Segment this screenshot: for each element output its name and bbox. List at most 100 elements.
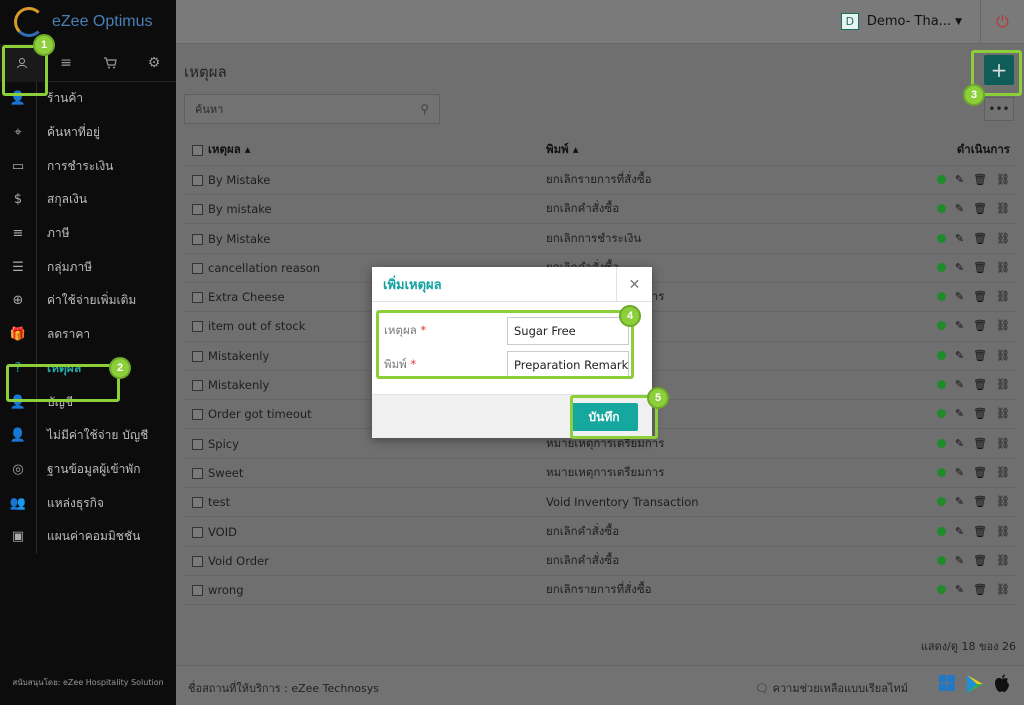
row-checkbox[interactable] — [192, 555, 203, 567]
search-input[interactable] — [195, 102, 421, 116]
gear-icon[interactable]: ⚙ — [132, 44, 176, 82]
select-all-checkbox[interactable] — [192, 145, 203, 157]
link-icon[interactable]: ⛓ — [996, 290, 1010, 303]
delete-icon[interactable]: 🗑 — [973, 319, 987, 332]
edit-icon[interactable]: ✎ — [955, 319, 964, 332]
row-checkbox[interactable] — [192, 292, 203, 304]
status-active-icon[interactable] — [936, 497, 946, 507]
sidebar-item-7[interactable]: 🎁 ลดราคา — [0, 318, 176, 352]
edit-icon[interactable]: ✎ — [955, 495, 964, 508]
row-checkbox[interactable] — [192, 262, 203, 274]
link-icon[interactable]: ⛓ — [996, 378, 1010, 391]
status-active-icon[interactable] — [936, 262, 946, 272]
edit-icon[interactable]: ✎ — [955, 173, 964, 186]
delete-icon[interactable]: 🗑 — [973, 378, 987, 391]
row-checkbox[interactable] — [192, 438, 203, 450]
link-icon[interactable]: ⛓ — [996, 554, 1010, 567]
delete-icon[interactable]: 🗑 — [973, 290, 987, 303]
status-active-icon[interactable] — [936, 467, 946, 477]
row-checkbox[interactable] — [192, 467, 203, 479]
link-icon[interactable]: ⛓ — [996, 319, 1010, 332]
edit-icon[interactable]: ✎ — [955, 466, 964, 479]
delete-icon[interactable]: 🗑 — [973, 349, 987, 362]
edit-icon[interactable]: ✎ — [955, 232, 964, 245]
edit-icon[interactable]: ✎ — [955, 378, 964, 391]
status-active-icon[interactable] — [936, 409, 946, 419]
link-icon[interactable]: ⛓ — [996, 407, 1010, 420]
link-icon[interactable]: ⛓ — [996, 261, 1010, 274]
row-checkbox[interactable] — [192, 380, 203, 392]
edit-icon[interactable]: ✎ — [955, 349, 964, 362]
column-type[interactable]: พิมพ์ ▴ — [546, 136, 912, 166]
delete-icon[interactable]: 🗑 — [973, 173, 987, 186]
status-active-icon[interactable] — [936, 233, 946, 243]
edit-icon[interactable]: ✎ — [955, 261, 964, 274]
sidebar-item-6[interactable]: ⊕ ค่าใช้จ่ายเพิ่มเติม — [0, 284, 176, 318]
edit-icon[interactable]: ✎ — [955, 525, 964, 538]
link-icon[interactable]: ⛓ — [996, 232, 1010, 245]
delete-icon[interactable]: 🗑 — [973, 554, 987, 567]
row-checkbox[interactable] — [192, 585, 203, 597]
row-checkbox[interactable] — [192, 526, 203, 538]
close-icon[interactable]: ✕ — [616, 267, 652, 302]
status-active-icon[interactable] — [936, 174, 946, 184]
delete-icon[interactable]: 🗑 — [973, 232, 987, 245]
apple-icon[interactable] — [994, 674, 1010, 699]
link-icon[interactable]: ⛓ — [996, 525, 1010, 538]
sidebar-item-11[interactable]: ◎ ฐานข้อมูลผู้เข้าพัก — [0, 453, 176, 487]
status-active-icon[interactable] — [936, 438, 946, 448]
link-icon[interactable]: ⛓ — [996, 173, 1010, 186]
link-icon[interactable]: ⛓ — [996, 349, 1010, 362]
row-checkbox[interactable] — [192, 174, 203, 186]
delete-icon[interactable]: 🗑 — [973, 525, 987, 538]
edit-icon[interactable]: ✎ — [955, 202, 964, 215]
column-reason[interactable]: เหตุผล ▴ — [208, 136, 546, 166]
edit-icon[interactable]: ✎ — [955, 437, 964, 450]
link-icon[interactable]: ⛓ — [996, 437, 1010, 450]
link-icon[interactable]: ⛓ — [996, 202, 1010, 215]
status-active-icon[interactable] — [936, 585, 946, 595]
delete-icon[interactable]: 🗑 — [973, 466, 987, 479]
row-checkbox[interactable] — [192, 409, 203, 421]
sidebar-item-3[interactable]: $ สกุลเงิน — [0, 183, 176, 217]
delete-icon[interactable]: 🗑 — [973, 495, 987, 508]
company-selector[interactable]: D Demo- Tha... ▼ — [840, 13, 962, 30]
sidebar-item-5[interactable]: ☰ กลุ่มภาษี — [0, 250, 176, 284]
search-icon[interactable]: ⚲ — [420, 102, 429, 116]
power-icon[interactable]: ⏻ — [980, 0, 1024, 44]
edit-icon[interactable]: ✎ — [955, 583, 964, 596]
delete-icon[interactable]: 🗑 — [973, 407, 987, 420]
sidebar-item-4[interactable]: ≡ ภาษี — [0, 217, 176, 251]
row-checkbox[interactable] — [192, 497, 203, 509]
sidebar-item-2[interactable]: ▭ การชำระเงิน — [0, 149, 176, 183]
status-active-icon[interactable] — [936, 526, 946, 536]
row-checkbox[interactable] — [192, 233, 203, 245]
status-active-icon[interactable] — [936, 555, 946, 565]
delete-icon[interactable]: 🗑 — [973, 437, 987, 450]
delete-icon[interactable]: 🗑 — [973, 202, 987, 215]
delete-icon[interactable]: 🗑 — [973, 261, 987, 274]
row-checkbox[interactable] — [192, 350, 203, 362]
status-active-icon[interactable] — [936, 350, 946, 360]
edit-icon[interactable]: ✎ — [955, 290, 964, 303]
google-play-icon[interactable] — [966, 674, 984, 699]
edit-icon[interactable]: ✎ — [955, 554, 964, 567]
status-active-icon[interactable] — [936, 204, 946, 214]
link-icon[interactable]: ⛓ — [996, 583, 1010, 596]
delete-icon[interactable]: 🗑 — [973, 583, 987, 596]
link-icon[interactable]: ⛓ — [996, 466, 1010, 479]
status-active-icon[interactable] — [936, 380, 946, 390]
more-options-button[interactable]: ••• — [984, 97, 1014, 121]
sidebar-item-13[interactable]: ▣ แผนค่าคอมมิชชัน — [0, 520, 176, 554]
link-icon[interactable]: ⛓ — [996, 495, 1010, 508]
live-help-link[interactable]: 🗨 ความช่วยเหลือแบบเรียลไทม์ — [755, 679, 908, 697]
row-checkbox[interactable] — [192, 321, 203, 333]
sidebar-item-12[interactable]: 👥 แหล่งธุรกิจ — [0, 486, 176, 520]
status-active-icon[interactable] — [936, 292, 946, 302]
sidebar-item-1[interactable]: ⌖ ค้นหาที่อยู่ — [0, 116, 176, 150]
edit-icon[interactable]: ✎ — [955, 407, 964, 420]
windows-icon[interactable] — [938, 674, 956, 699]
cart-icon[interactable] — [88, 44, 132, 82]
sidebar-item-10[interactable]: 👤 ไม่มีค่าใช้จ่าย บัญชี — [0, 419, 176, 453]
status-active-icon[interactable] — [936, 321, 946, 331]
